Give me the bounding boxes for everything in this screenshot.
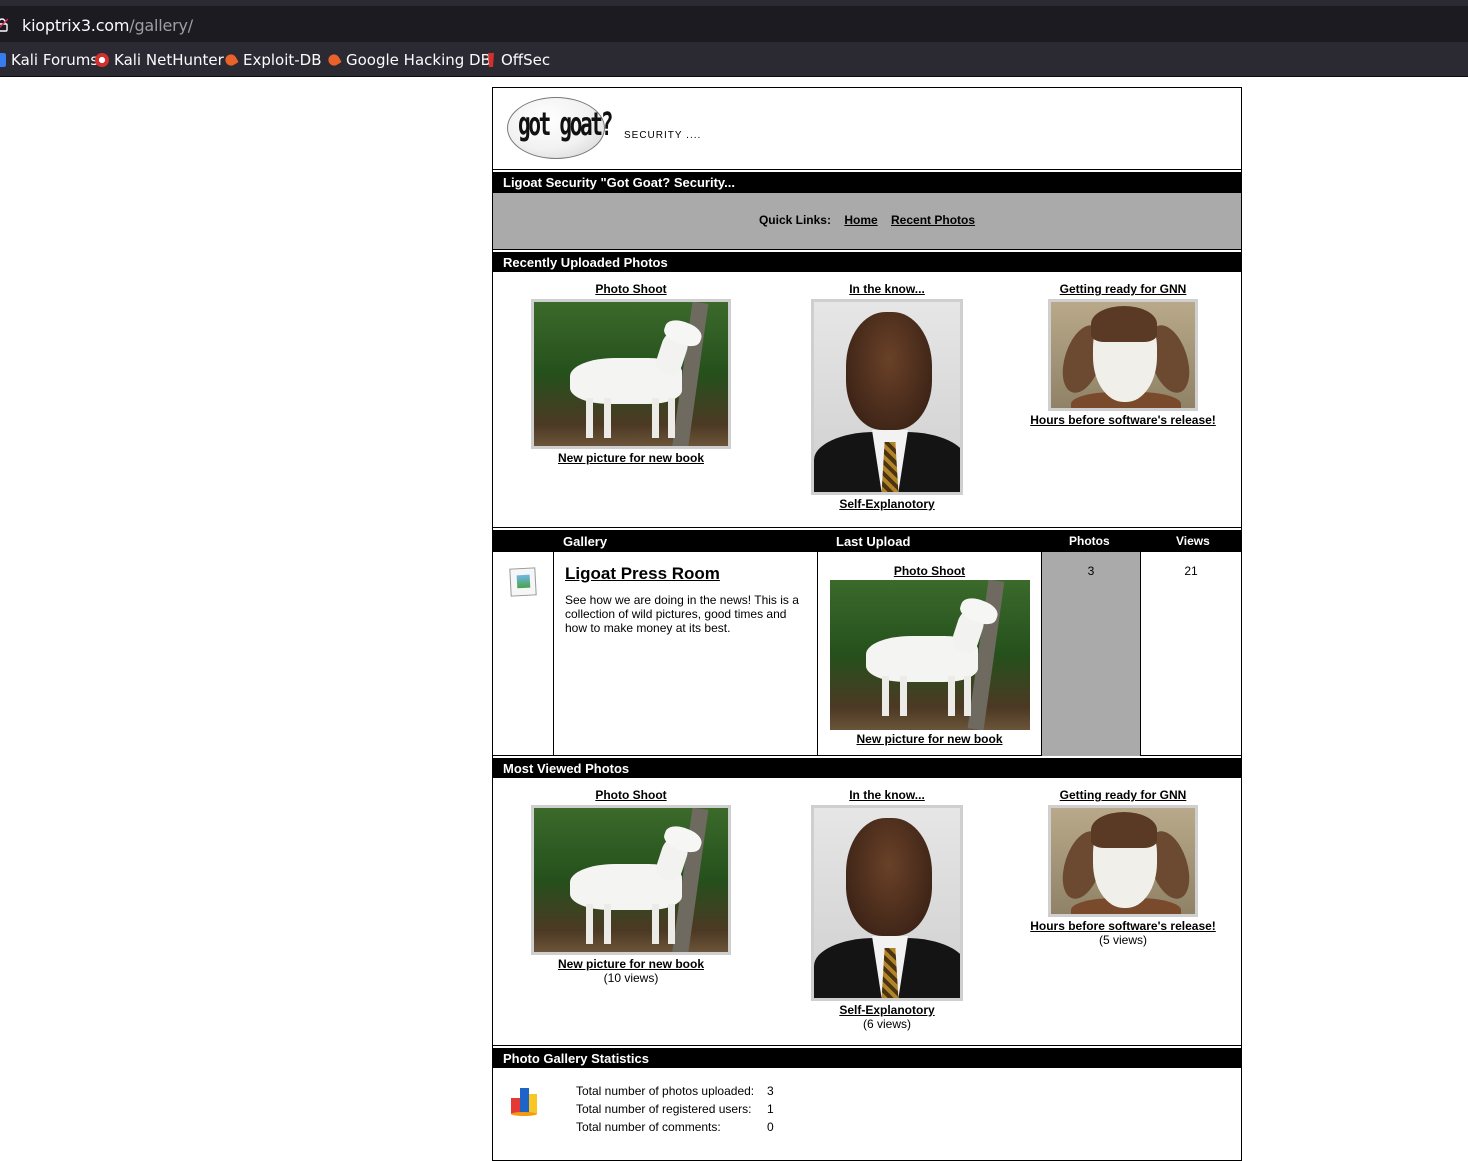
album-link[interactable]: Getting ready for GNN — [1023, 282, 1223, 296]
man-portrait-photo[interactable] — [811, 805, 963, 1001]
gallery-page: got goat? SECURITY .... Ligoat Security … — [492, 87, 1242, 1161]
ghdb-icon — [326, 52, 342, 68]
kali-icon — [0, 53, 6, 67]
photo-caption-link[interactable]: Hours before software's release! — [1023, 919, 1223, 933]
photo-caption-link[interactable]: Self-Explanotory — [807, 1003, 967, 1017]
statistics-panel: Total number of photos uploaded: 3 Total … — [493, 1068, 1241, 1148]
site-title-bar: Ligoat Security "Got Goat? Security... — [493, 170, 1241, 192]
bookmarks-toolbar: Kali Forums Kali NetHunter Exploit-DB Go… — [0, 42, 1468, 77]
most-viewed-photo-3: Getting ready for GNN Hours before softw… — [1023, 788, 1223, 947]
bookmark-label: Exploit-DB — [243, 51, 322, 69]
stat-label: Total number of registered users: — [576, 1102, 752, 1116]
album-link[interactable]: In the know... — [807, 282, 967, 296]
site-header: got goat? SECURITY .... — [493, 88, 1241, 170]
bookmark-google-hacking-db[interactable]: Google Hacking DB — [326, 51, 491, 69]
album-icon[interactable] — [509, 567, 537, 597]
recent-photo-1: Photo Shoot New picture for new book — [526, 282, 736, 465]
album-name-link[interactable]: Ligoat Press Room — [565, 564, 720, 583]
stat-value: 1 — [767, 1102, 774, 1116]
url-host: kioptrix3.com — [22, 16, 130, 35]
photo-caption-link[interactable]: Self-Explanotory — [807, 497, 967, 511]
statistics-icon — [511, 1088, 537, 1116]
header-last-upload: Last Upload — [836, 534, 911, 549]
bookmark-kali-nethunter[interactable]: Kali NetHunter — [95, 51, 224, 69]
nethunter-icon — [95, 53, 109, 67]
stat-label: Total number of photos uploaded: — [576, 1084, 755, 1098]
logo-text: got goat? — [518, 106, 613, 144]
last-upload-caption-link[interactable]: New picture for new book — [818, 732, 1041, 746]
bookmark-label: Kali Forums — [11, 51, 99, 69]
most-viewed-photo-1: Photo Shoot New picture for new book (10… — [526, 788, 736, 985]
bookmark-label: Google Hacking DB — [346, 51, 491, 69]
tagline: SECURITY .... — [624, 130, 702, 141]
most-viewed-photo-2: In the know... Self-Explanotory (6 views… — [807, 788, 967, 1031]
recent-photos-link[interactable]: Recent Photos — [891, 213, 975, 227]
stat-row-photos: Total number of photos uploaded: 3 — [576, 1082, 774, 1100]
last-upload-cell: Photo Shoot New picture for new book — [818, 552, 1042, 756]
gallery-table: Gallery Last Upload Photos Views Ligoat … — [493, 528, 1241, 756]
recent-photo-3: Getting ready for GNN Hours before softw… — [1023, 282, 1223, 427]
recent-photos-heading: Recently Uploaded Photos — [493, 250, 1241, 272]
bookmark-label: OffSec — [501, 51, 551, 69]
photo-caption-link[interactable]: New picture for new book — [526, 957, 736, 971]
last-upload-album-link[interactable]: Photo Shoot — [818, 564, 1041, 578]
view-count: (10 views) — [603, 971, 659, 985]
url-path: /gallery/ — [129, 16, 193, 35]
view-count: (6 views) — [862, 1017, 911, 1031]
album-link[interactable]: In the know... — [807, 788, 967, 802]
album-icon-cell — [493, 552, 554, 756]
album-description-cell: Ligoat Press Room See how we are doing i… — [554, 552, 818, 756]
brown-goat-photo[interactable] — [1048, 299, 1198, 411]
recent-photos-row: Photo Shoot New picture for new book In … — [493, 272, 1241, 528]
statistics-table: Total number of photos uploaded: 3 Total … — [576, 1082, 774, 1136]
header-photos: Photos — [1069, 534, 1110, 548]
statistics-heading: Photo Gallery Statistics — [493, 1046, 1241, 1068]
gallery-table-header: Gallery Last Upload Photos Views — [493, 528, 1241, 552]
view-count: (5 views) — [1098, 933, 1147, 947]
bookmark-kali-forums[interactable]: Kali Forums — [0, 51, 98, 69]
url-bar[interactable]: kioptrix3.com/gallery/ — [0, 0, 1468, 42]
album-link[interactable]: Getting ready for GNN — [1023, 788, 1223, 802]
photos-count: 3 — [1042, 552, 1141, 756]
album-link[interactable]: Photo Shoot — [526, 788, 736, 802]
photo-caption-link[interactable]: Hours before software's release! — [1023, 413, 1223, 427]
url-text[interactable]: kioptrix3.com/gallery/ — [22, 16, 193, 35]
table-row: Ligoat Press Room See how we are doing i… — [493, 552, 1241, 756]
stat-value: 0 — [767, 1120, 774, 1134]
lock-icon — [0, 18, 8, 32]
album-description: See how we are doing in the news! This i… — [565, 593, 799, 635]
stat-label: Total number of comments: — [576, 1120, 721, 1134]
header-views: Views — [1176, 534, 1210, 548]
views-count: 21 — [1184, 564, 1198, 578]
white-goat-photo[interactable] — [531, 299, 731, 449]
header-gallery: Gallery — [563, 534, 608, 549]
got-goat-logo[interactable]: got goat? — [507, 97, 613, 159]
bookmark-exploit-db[interactable]: Exploit-DB — [223, 51, 322, 69]
album-link[interactable]: Photo Shoot — [526, 282, 736, 296]
most-viewed-row: Photo Shoot New picture for new book (10… — [493, 778, 1241, 1046]
bookmark-label: Kali NetHunter — [114, 51, 224, 69]
quick-links-label: Quick Links: — [758, 213, 831, 227]
home-link[interactable]: Home — [844, 213, 877, 227]
offsec-icon — [488, 53, 494, 67]
stat-row-users: Total number of registered users: 1 — [576, 1100, 774, 1118]
white-goat-photo[interactable] — [829, 580, 1030, 730]
stat-row-comments: Total number of comments: 0 — [576, 1118, 774, 1136]
white-goat-photo[interactable] — [531, 805, 731, 955]
recent-photo-2: In the know... Self-Explanotory — [807, 282, 967, 511]
stat-value: 3 — [767, 1084, 774, 1098]
bookmark-offsec[interactable]: OffSec — [486, 51, 550, 69]
man-portrait-photo[interactable] — [811, 299, 963, 495]
photo-caption-link[interactable]: New picture for new book — [526, 451, 736, 465]
exploit-db-icon — [223, 52, 239, 68]
most-viewed-heading: Most Viewed Photos — [493, 756, 1241, 778]
quick-links: Quick Links: Home Recent Photos — [493, 192, 1241, 250]
brown-goat-photo[interactable] — [1048, 805, 1198, 917]
